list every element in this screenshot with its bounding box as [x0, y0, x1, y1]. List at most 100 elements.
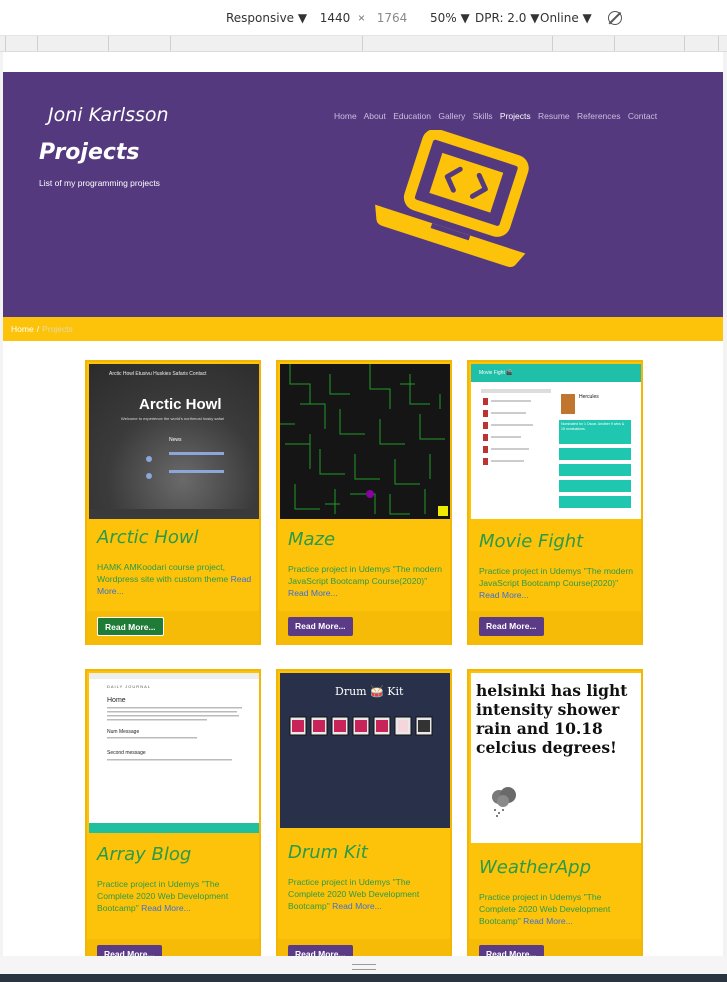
read-more-link[interactable]: Read More...: [141, 903, 191, 913]
project-card-weatherapp: helsinki has light intensity shower rain…: [467, 669, 643, 956]
nav-item-skills[interactable]: Skills: [473, 111, 493, 121]
card-footer: Read More...: [87, 939, 259, 956]
read-more-link[interactable]: Read More...: [479, 590, 529, 600]
device-select-label: Responsive: [226, 11, 295, 25]
devtools-toolbar: Responsive ▼ 1440 × 1764 50% ▼ DPR: 2.0 …: [0, 0, 727, 36]
nav-item-home[interactable]: Home: [334, 111, 357, 121]
page-title: Projects: [39, 140, 140, 165]
zoom-label: 50%: [430, 11, 457, 25]
project-card-maze: Maze Practice project in Udemys "The mod…: [276, 360, 452, 645]
viewport-height-input[interactable]: 1764: [372, 8, 412, 30]
read-more-button[interactable]: Read More...: [288, 617, 353, 636]
breadcrumb-current: Projects: [42, 324, 73, 334]
read-more-button[interactable]: Read More...: [479, 945, 544, 956]
nav-item-gallery[interactable]: Gallery: [438, 111, 465, 121]
project-thumbnail[interactable]: Drum 🥁 Kit: [280, 673, 450, 828]
project-title: Arctic Howl: [97, 527, 199, 548]
breadcrumb: Home / Projects: [11, 324, 73, 334]
page-subtitle: List of my programming projects: [39, 178, 160, 188]
laptop-code-icon: [375, 130, 529, 267]
nav-item-contact[interactable]: Contact: [628, 111, 657, 121]
thumb-weather-text: helsinki has light intensity shower rain…: [476, 681, 628, 757]
resize-grip-icon[interactable]: [352, 964, 376, 970]
ruler-segment: [553, 36, 615, 51]
project-description: HAMK AMKoodari course project, Wordpress…: [97, 561, 253, 597]
read-more-button[interactable]: Read More...: [97, 617, 164, 636]
thumb-post-one: Num Message: [107, 729, 140, 735]
read-more-button[interactable]: Read More...: [288, 945, 353, 956]
ruler-segment: [6, 36, 38, 51]
device-select[interactable]: Responsive ▼: [226, 11, 307, 25]
zoom-select[interactable]: 50% ▼: [430, 11, 470, 25]
thumb-movie-title: Hercules: [579, 394, 599, 400]
project-title: Array Blog: [97, 844, 192, 865]
card-footer: Read More...: [87, 611, 259, 645]
main-nav: Home About Education Gallery Skills Proj…: [334, 111, 662, 121]
breadcrumb-separator: /: [36, 324, 40, 334]
project-thumbnail[interactable]: Movie Fight 🎬 Hercules Nominated for 1 O…: [471, 364, 641, 519]
thumb-post-two: Second message: [107, 750, 146, 756]
dimension-separator: ×: [358, 11, 366, 25]
network-throttle-select[interactable]: Online ▼: [540, 11, 592, 25]
dpr-select[interactable]: DPR: 2.0 ▼: [475, 11, 539, 25]
project-title: WeatherApp: [479, 857, 592, 878]
ruler-segment: [38, 36, 109, 51]
ruler-segment: [615, 36, 685, 51]
nav-item-about[interactable]: About: [364, 111, 386, 121]
project-thumbnail[interactable]: DAILY JOURNAL Home Num Message Second me…: [89, 673, 259, 833]
project-description: Practice project in Udemys "The Complete…: [288, 876, 444, 912]
ruler-segment: [109, 36, 171, 51]
network-label: Online: [540, 11, 579, 25]
breadcrumb-home[interactable]: Home: [11, 324, 34, 334]
nav-item-projects[interactable]: Projects: [500, 111, 531, 121]
nav-item-references[interactable]: References: [577, 111, 620, 121]
project-description: Practice project in Udemys "The modern J…: [288, 563, 444, 599]
right-gutter: [723, 52, 727, 956]
project-description: Practice project in Udemys "The Complete…: [97, 878, 253, 914]
project-title: Maze: [288, 529, 336, 550]
card-footer: Read More...: [469, 939, 641, 956]
drum-buttons-icon: [289, 716, 433, 736]
project-thumbnail[interactable]: [280, 364, 450, 519]
devtools-bottom-edge: [0, 974, 727, 982]
read-more-link[interactable]: Read More...: [332, 901, 382, 911]
movie-list-icon: [481, 389, 631, 508]
hero-header: Joni Karlsson Home About Education Galle…: [3, 72, 723, 317]
read-more-button[interactable]: Read More...: [97, 945, 162, 956]
page-viewport: Joni Karlsson Home About Education Galle…: [3, 72, 723, 956]
project-description: Practice project in Udemys "The modern J…: [479, 565, 635, 601]
ruler-segment: [363, 36, 553, 51]
thumb-award: Nominated for 1 Oscar. Another 9 wins & …: [561, 422, 625, 431]
dpr-label: DPR: 2.0: [475, 11, 527, 25]
nav-item-education[interactable]: Education: [393, 111, 431, 121]
maze-grid-icon: [280, 364, 448, 516]
read-more-link[interactable]: Read More...: [523, 916, 573, 926]
card-footer: Read More...: [278, 939, 450, 956]
card-footer: Read More...: [278, 611, 450, 645]
project-thumbnail[interactable]: Arctic Howl Etusivu Huskies Safaris Cont…: [89, 364, 259, 519]
card-footer: Read More...: [469, 611, 641, 645]
breadcrumb-bar: Home / Projects: [3, 317, 723, 341]
project-description-text: HAMK AMKoodari course project, Wordpress…: [97, 562, 229, 584]
rain-cloud-icon: [492, 787, 516, 817]
site-logo[interactable]: Joni Karlsson: [48, 104, 169, 126]
project-card-drum-kit: Drum 🥁 Kit Drum Kit Practice project in …: [276, 669, 452, 956]
ruler-segment: [685, 36, 719, 51]
read-more-link[interactable]: Read More...: [288, 588, 338, 598]
rotate-icon[interactable]: [608, 11, 622, 25]
project-card-array-blog: DAILY JOURNAL Home Num Message Second me…: [85, 669, 261, 956]
project-description: Practice project in Udemys "The Complete…: [479, 891, 635, 927]
nav-item-resume[interactable]: Resume: [538, 111, 570, 121]
project-description-text: Practice project in Udemys "The modern J…: [479, 566, 633, 588]
project-card-arctic-howl: Arctic Howl Etusivu Huskies Safaris Cont…: [85, 360, 261, 645]
project-description-text: Practice project in Udemys "The modern J…: [288, 564, 442, 586]
media-query-ruler[interactable]: [0, 36, 727, 52]
project-title: Drum Kit: [288, 842, 368, 863]
ruler-segment: [171, 36, 363, 51]
wolf-photo-icon: [89, 452, 259, 519]
project-card-movie-fight: Movie Fight 🎬 Hercules Nominated for 1 O…: [467, 360, 643, 645]
read-more-button[interactable]: Read More...: [479, 617, 544, 636]
viewport-width-input[interactable]: 1440: [316, 8, 354, 30]
project-title: Movie Fight: [479, 531, 584, 552]
project-thumbnail[interactable]: helsinki has light intensity shower rain…: [471, 673, 641, 843]
